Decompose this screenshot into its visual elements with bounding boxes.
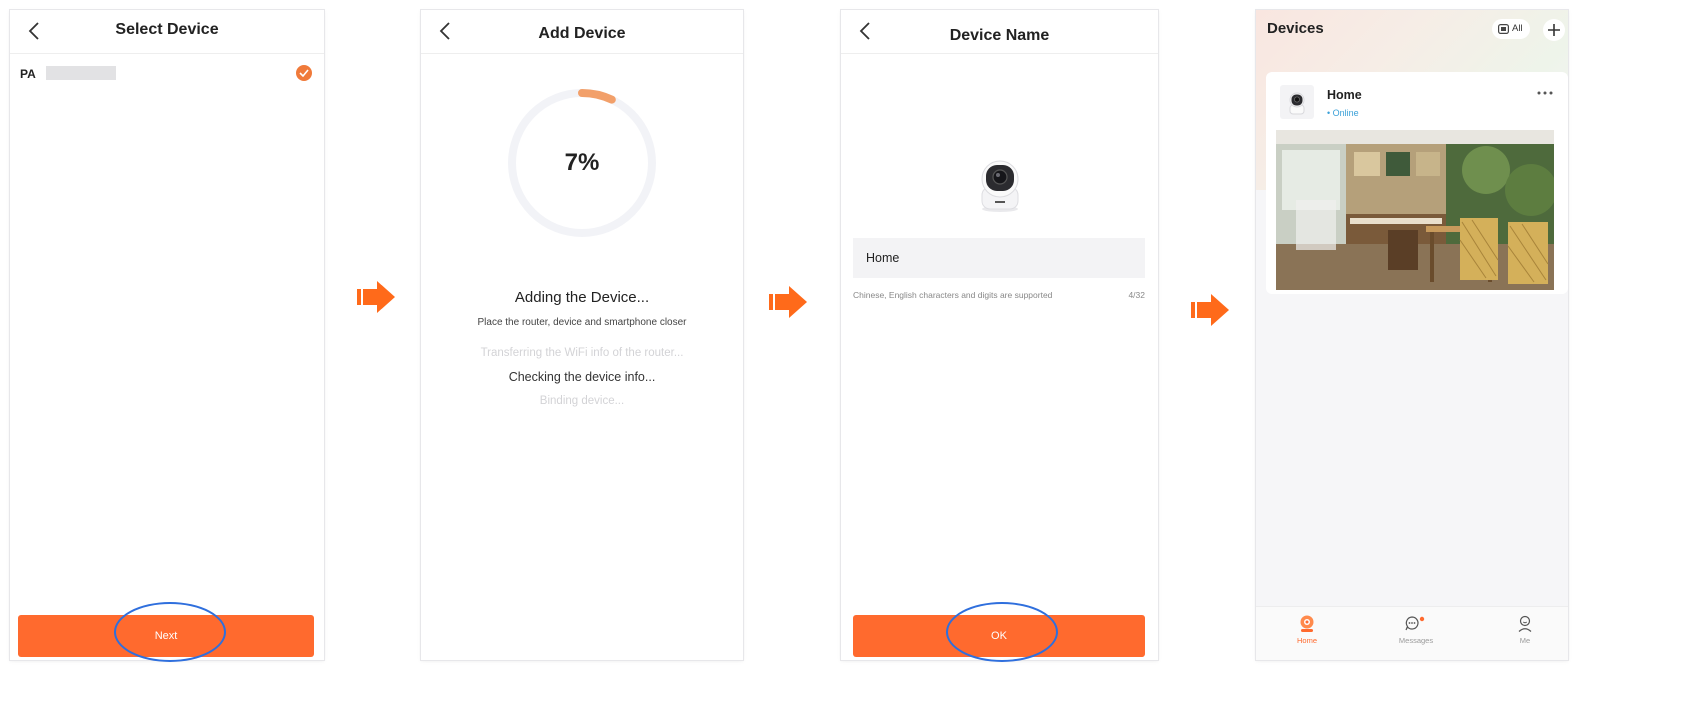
unread-badge bbox=[1419, 616, 1425, 622]
next-step-arrow-icon bbox=[1191, 294, 1229, 326]
header: Add Device bbox=[421, 10, 743, 54]
select-device-screen: Select Device PA Next bbox=[10, 10, 324, 660]
header: Select Device bbox=[10, 10, 324, 54]
device-name-input[interactable] bbox=[853, 238, 1145, 278]
progress-percent: 7% bbox=[564, 149, 600, 176]
camera-device-icon bbox=[1289, 92, 1305, 115]
next-step-arrow-icon bbox=[357, 281, 395, 313]
tab-label: Messages bbox=[1398, 636, 1434, 645]
checkmark-icon bbox=[296, 65, 312, 81]
step-binding: Binding device... bbox=[539, 395, 625, 407]
tab-me[interactable]: Me bbox=[1490, 615, 1560, 645]
page-title: Devices bbox=[1267, 20, 1324, 37]
page-title: Select Device bbox=[115, 21, 219, 38]
camera-preview-image[interactable] bbox=[1276, 130, 1554, 290]
grid-icon bbox=[1498, 24, 1509, 34]
page-title: Device Name bbox=[949, 27, 1050, 44]
step-checking: Checking the device info... bbox=[508, 370, 656, 384]
step-transferring: Transferring the WiFi info of the router… bbox=[480, 347, 684, 359]
plus-icon bbox=[1548, 24, 1560, 36]
filter-all-button[interactable]: All bbox=[1492, 19, 1530, 39]
device-name: PA bbox=[20, 67, 36, 81]
highlight-ring bbox=[946, 602, 1058, 662]
character-counter: 4/32 bbox=[1128, 290, 1145, 300]
person-icon bbox=[1518, 615, 1532, 632]
bottom-tab-bar: Home Messages Me bbox=[1256, 606, 1568, 660]
highlight-ring bbox=[114, 602, 226, 662]
header: Device Name bbox=[841, 10, 1158, 54]
camera-device-icon bbox=[981, 160, 1019, 212]
devices-screen: Devices All Home • Online Home Messages … bbox=[1256, 10, 1568, 660]
add-device-screen: Add Device 7% Adding the Device... Place… bbox=[421, 10, 743, 660]
page-title: Add Device bbox=[538, 25, 626, 42]
tab-messages[interactable]: Messages bbox=[1381, 615, 1451, 645]
tab-label: Me bbox=[1519, 636, 1531, 645]
messages-icon bbox=[1405, 616, 1425, 631]
next-step-arrow-icon bbox=[769, 286, 807, 318]
redacted-device-id bbox=[46, 66, 116, 80]
input-hint: Chinese, English characters and digits a… bbox=[853, 290, 1053, 300]
status-subtitle: Place the router, device and smartphone … bbox=[477, 317, 687, 328]
online-status: • Online bbox=[1327, 108, 1359, 118]
tab-home[interactable]: Home bbox=[1272, 615, 1342, 645]
device-name-screen: Device Name Chinese, English characters … bbox=[841, 10, 1158, 660]
device-thumbnail bbox=[1280, 85, 1314, 119]
more-icon[interactable] bbox=[1536, 90, 1554, 96]
add-device-button[interactable] bbox=[1543, 19, 1565, 41]
device-card[interactable]: Home • Online bbox=[1266, 72, 1568, 294]
filter-label: All bbox=[1512, 23, 1523, 34]
status-title: Adding the Device... bbox=[514, 289, 650, 306]
home-camera-icon bbox=[1300, 615, 1314, 632]
tab-label: Home bbox=[1296, 636, 1317, 645]
device-list-item[interactable]: PA bbox=[20, 62, 314, 88]
device-name: Home bbox=[1327, 88, 1362, 102]
